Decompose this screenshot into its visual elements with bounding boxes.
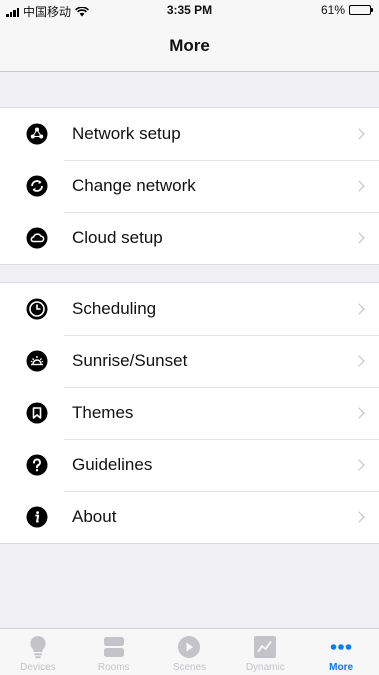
settings-section-network: Network setup Change network Cloud setup — [0, 107, 379, 265]
more-dots-icon — [330, 644, 352, 650]
menu-item-label: Change network — [72, 176, 196, 195]
tab-devices[interactable]: Devices — [0, 629, 76, 675]
chevron-right-icon — [353, 180, 365, 192]
status-right: 61% — [320, 3, 373, 17]
chevron-right-icon — [353, 511, 365, 523]
menu-item-change-network[interactable]: Change network — [0, 160, 379, 212]
menu-item-label: Cloud setup — [72, 228, 163, 247]
sunrise-icon — [26, 350, 48, 372]
menu-item-label: Network setup — [72, 124, 181, 143]
status-bar: 中国移动 3:35 PM 61% — [0, 0, 379, 20]
menu-item-network-setup[interactable]: Network setup — [0, 108, 379, 160]
clock-icon — [26, 298, 48, 320]
menu-item-guidelines[interactable]: Guidelines — [0, 439, 379, 491]
bookmark-icon — [26, 402, 48, 424]
menu-item-about[interactable]: About — [0, 491, 379, 543]
chart-icon — [254, 636, 277, 658]
tab-label: More — [329, 662, 354, 673]
menu-item-label: Scheduling — [72, 299, 157, 318]
chevron-right-icon — [353, 232, 365, 244]
chevron-right-icon — [353, 355, 365, 367]
question-icon — [26, 454, 48, 476]
menu-item-themes[interactable]: Themes — [0, 387, 379, 439]
chevron-right-icon — [353, 459, 365, 471]
menu-item-label: Sunrise/Sunset — [72, 351, 188, 370]
app-screen: 中国移动 3:35 PM 61% More Network setup Chan… — [0, 0, 379, 675]
lightbulb-icon — [30, 635, 46, 659]
tab-label: Rooms — [97, 662, 130, 673]
battery-percent: 61% — [320, 3, 345, 17]
tab-label: Devices — [20, 662, 56, 673]
info-icon — [26, 506, 48, 528]
tab-dynamic[interactable]: Dynamic — [227, 629, 303, 675]
rooms-icon — [103, 637, 124, 657]
menu-item-sunrise-sunset[interactable]: Sunrise/Sunset — [0, 335, 379, 387]
chevron-right-icon — [353, 128, 365, 140]
menu-item-cloud-setup[interactable]: Cloud setup — [0, 212, 379, 264]
tab-bar: Devices Rooms Scenes Dynamic More — [0, 628, 379, 675]
cloud-icon — [26, 227, 48, 249]
tab-label: Scenes — [172, 662, 207, 673]
menu-item-label: Guidelines — [72, 455, 153, 474]
chevron-right-icon — [353, 407, 365, 419]
menu-item-label: About — [72, 507, 117, 526]
navigation-bar: More — [0, 20, 379, 72]
network-setup-icon — [26, 123, 48, 145]
tab-more[interactable]: More — [303, 629, 379, 675]
battery-icon — [349, 5, 373, 15]
change-network-icon — [26, 175, 48, 197]
tab-label: Dynamic — [245, 662, 285, 673]
menu-item-scheduling[interactable]: Scheduling — [0, 283, 379, 335]
play-icon — [178, 636, 201, 658]
settings-section-general: Scheduling Sunrise/Sunset Themes Guideli… — [0, 282, 379, 544]
page-title: More — [169, 35, 210, 55]
tab-rooms[interactable]: Rooms — [76, 629, 152, 675]
tab-scenes[interactable]: Scenes — [152, 629, 228, 675]
menu-item-label: Themes — [72, 403, 134, 422]
chevron-right-icon — [353, 303, 365, 315]
